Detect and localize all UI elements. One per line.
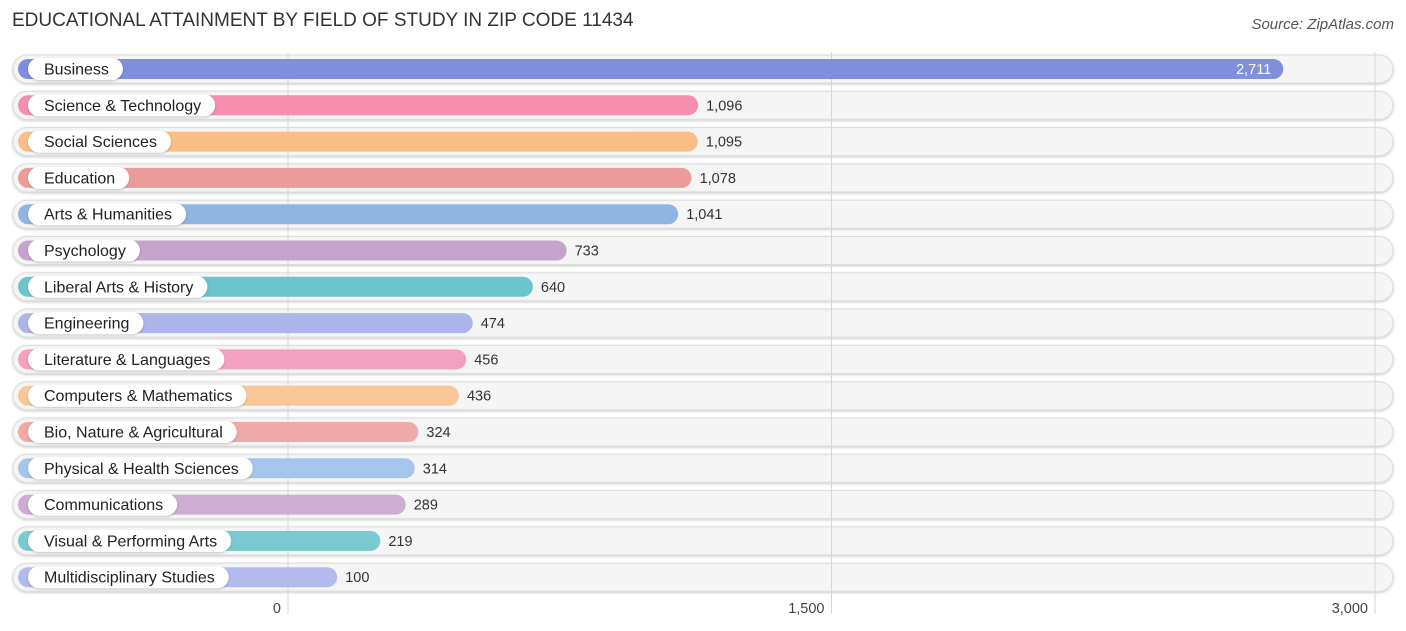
category-label: Social Sciences: [44, 134, 157, 151]
value-label: 1,041: [686, 207, 722, 223]
category-label: Visual & Performing Arts: [44, 533, 217, 550]
bar-row: Education 1,078: [18, 166, 736, 189]
value-label: 289: [414, 498, 438, 514]
value-label: 1,078: [700, 171, 736, 187]
category-label: Engineering: [44, 316, 129, 333]
value-label: 1,096: [706, 98, 742, 114]
bar-row: Multidisciplinary Studies 100: [18, 566, 369, 589]
category-label: Liberal Arts & History: [44, 279, 193, 296]
category-label: Education: [44, 170, 115, 187]
category-label: Multidisciplinary Studies: [44, 570, 215, 587]
bar-row: Physical & Health Sciences 314: [18, 457, 447, 480]
category-label: Science & Technology: [44, 98, 201, 115]
bar-row: Literature & Languages 456: [18, 348, 498, 371]
category-label: Communications: [44, 497, 163, 514]
value-label: 1,095: [706, 135, 742, 151]
value-label: 640: [541, 280, 565, 296]
bar-row: Arts & Humanities 1,041: [18, 203, 722, 226]
category-label: Business: [44, 62, 109, 79]
x-tick-label: 3,000: [1332, 601, 1368, 617]
category-label: Literature & Languages: [44, 352, 210, 369]
value-label: 474: [481, 316, 505, 332]
bar-row: Visual & Performing Arts 219: [18, 529, 413, 552]
value-label: 733: [575, 244, 599, 260]
value-label: 100: [345, 570, 369, 586]
bar-row: Liberal Arts & History 640: [18, 275, 565, 298]
bar-row: Engineering 474: [18, 312, 505, 335]
bar[interactable]: [18, 59, 1284, 79]
bar-row: Computers & Mathematics 436: [18, 384, 491, 407]
bar-chart: Business 2,711 Science & Technology 1,096 So…: [12, 52, 1394, 617]
value-label: 219: [388, 534, 412, 550]
value-label: 324: [426, 425, 450, 441]
value-label: 456: [474, 352, 498, 368]
bar-row: Psychology 733: [18, 239, 599, 262]
category-label: Arts & Humanities: [44, 207, 172, 224]
category-label: Psychology: [44, 243, 126, 260]
value-label: 2,711: [1236, 62, 1271, 78]
value-label: 436: [467, 389, 491, 405]
category-label: Physical & Health Sciences: [44, 461, 239, 478]
bar-row: Bio, Nature & Agricultural 324: [18, 421, 451, 443]
category-label: Bio, Nature & Agricultural: [44, 425, 223, 442]
x-tick-label: 0: [273, 601, 281, 617]
bar-row: Science & Technology 1,096: [18, 94, 742, 117]
category-label: Computers & Mathematics: [44, 388, 233, 405]
bar-row: Social Sciences 1,095: [18, 130, 742, 153]
value-label: 314: [423, 461, 447, 477]
bar-row: Communications 289: [18, 493, 438, 516]
bar-row: Business 2,711: [18, 58, 1284, 80]
x-tick-label: 1,500: [788, 601, 824, 617]
